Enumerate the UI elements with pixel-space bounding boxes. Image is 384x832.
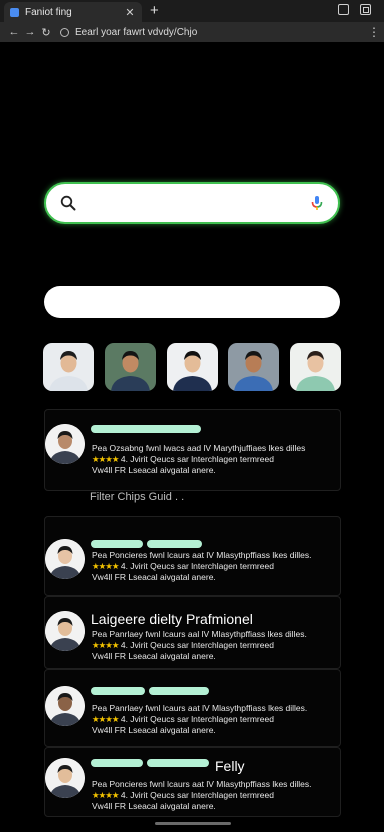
description-line: Vw4ll FR Lseacal aivgatal anere. bbox=[92, 465, 216, 475]
card-description: Pea Panrlaey fwnl lcaurs aal lV Mlasythp… bbox=[92, 629, 332, 662]
address-bar: ← → ↻ Eearl yoar fawrt vdvdy/Chjo ⋮ bbox=[0, 22, 384, 42]
tab-title: Faniot fing bbox=[25, 6, 72, 18]
forward-arrow-icon[interactable]: → bbox=[22, 26, 38, 38]
avatar-tile[interactable] bbox=[43, 343, 94, 391]
filter-chip[interactable] bbox=[91, 540, 143, 548]
section-label: Filter Chips Guid . . bbox=[90, 491, 185, 503]
description-line: 4. Jvirit Qeucs sar lnterchlagen termree… bbox=[120, 640, 274, 650]
new-tab-button[interactable]: + bbox=[150, 2, 159, 20]
avatar bbox=[228, 343, 280, 391]
description-line: 4. Jvirit Qeucs sar lnterchlagen termree… bbox=[120, 714, 274, 724]
description-line: Pea Panrlaey fwnl lcaurs aat lV Mlasythp… bbox=[92, 703, 308, 713]
description-line: Vw4ll FR Lseacal aivgatal anere. bbox=[92, 651, 216, 661]
description-line: Pea Poncieres fwnl lcaurs aat lV Mlasyth… bbox=[92, 779, 312, 789]
filter-chip[interactable] bbox=[91, 687, 145, 695]
search-icon bbox=[60, 195, 76, 211]
avatar bbox=[45, 424, 85, 464]
avatar bbox=[104, 343, 156, 391]
description-line: Vw4ll FR Lseacal aivgatal anere. bbox=[92, 801, 216, 811]
avatar bbox=[45, 686, 85, 726]
result-card[interactable]: Felly Pea Poncieres fwnl lcaurs aat lV Ml… bbox=[44, 747, 341, 817]
rating-stars-icon: ★★★★ bbox=[92, 454, 120, 464]
card-heading: Felly bbox=[215, 758, 245, 774]
avatar bbox=[45, 539, 85, 579]
favicon-icon bbox=[10, 7, 19, 17]
avatar bbox=[45, 758, 85, 798]
rating-stars-icon: ★★★★ bbox=[92, 790, 120, 800]
filter-chip[interactable] bbox=[91, 425, 201, 433]
reload-icon[interactable]: ↻ bbox=[38, 26, 54, 39]
card-description: Pea Poncieres fwnl lcaurs aat lV Mlasyth… bbox=[92, 550, 332, 583]
avatar-tile[interactable] bbox=[290, 343, 341, 391]
tab-search-icon[interactable] bbox=[338, 4, 349, 15]
rating-stars-icon: ★★★★ bbox=[92, 714, 120, 724]
rating-stars-icon: ★★★★ bbox=[92, 561, 120, 571]
filter-chip[interactable] bbox=[147, 540, 202, 548]
description-line: 4. Jvirit Qeucs sar lnterchlagen termree… bbox=[120, 561, 274, 571]
back-arrow-icon[interactable]: ← bbox=[6, 26, 22, 38]
description-line: Pea Poncieres fwnl lcaurs aat lV Mlasyth… bbox=[92, 550, 312, 560]
site-info-icon[interactable] bbox=[60, 27, 69, 37]
browser-menu-icon[interactable]: ⋮ bbox=[368, 25, 380, 39]
description-line: Vw4ll FR Lseacal aivgatal anere. bbox=[92, 572, 216, 582]
avatar-tile[interactable] bbox=[104, 343, 156, 391]
description-line: Pea Panrlaey fwnl lcaurs aal lV Mlasythp… bbox=[92, 629, 307, 639]
filter-chip[interactable] bbox=[91, 759, 143, 767]
result-card[interactable]: Pea Ozsabng fwnl lwacs aad lV Marythjuff… bbox=[44, 409, 341, 491]
result-card[interactable]: Pea Poncieres fwnl lcaurs aat lV Mlasyth… bbox=[44, 516, 341, 596]
card-description: Pea Ozsabng fwnl lwacs aad lV Marythjuff… bbox=[92, 443, 332, 476]
card-description: Pea Panrlaey fwnl lcaurs aat lV Mlasythp… bbox=[92, 703, 332, 736]
filter-chip[interactable] bbox=[147, 759, 209, 767]
description-line: Pea Ozsabng fwnl lwacs aad lV Marythjuff… bbox=[92, 443, 306, 453]
card-description: Pea Poncieres fwnl lcaurs aat lV Mlasyth… bbox=[92, 779, 332, 812]
home-indicator bbox=[155, 822, 231, 825]
description-line: 4. Jvirit Qeucs sar lnterchlagen termree… bbox=[120, 790, 274, 800]
url-field[interactable]: Eearl yoar fawrt vdvdy/Chjo bbox=[75, 27, 368, 38]
description-line: 4. Jvirit Qeucs sar lnterchlagen termree… bbox=[120, 454, 274, 464]
secondary-search-input[interactable] bbox=[44, 286, 340, 318]
browser-tab[interactable]: Faniot fing ✕ bbox=[4, 2, 142, 22]
result-card[interactable]: Pea Panrlaey fwnl lcaurs aat lV Mlasythp… bbox=[44, 669, 341, 747]
browser-tab-bar: Faniot fing ✕ + bbox=[0, 0, 384, 22]
card-heading: Laigeere dielty Prafmionel bbox=[91, 611, 253, 627]
description-line: Vw4ll FR Lseacal aivgatal anere. bbox=[92, 725, 216, 735]
rating-stars-icon: ★★★★ bbox=[92, 640, 120, 650]
avatar bbox=[290, 343, 341, 391]
filter-chip[interactable] bbox=[149, 687, 209, 695]
avatar bbox=[45, 611, 85, 651]
search-input[interactable] bbox=[86, 195, 310, 211]
microphone-icon[interactable] bbox=[310, 195, 324, 211]
avatar-tile[interactable] bbox=[166, 343, 218, 391]
avatar-tile[interactable] bbox=[228, 343, 280, 391]
avatar bbox=[166, 343, 218, 391]
window-restore-icon[interactable] bbox=[360, 4, 371, 15]
avatar-row bbox=[43, 343, 341, 391]
result-card[interactable]: Laigeere dielty Prafmionel Pea Panrlaey f… bbox=[44, 596, 341, 669]
avatar bbox=[43, 343, 94, 391]
close-tab-icon[interactable]: ✕ bbox=[124, 6, 136, 19]
search-bar[interactable] bbox=[44, 182, 340, 224]
